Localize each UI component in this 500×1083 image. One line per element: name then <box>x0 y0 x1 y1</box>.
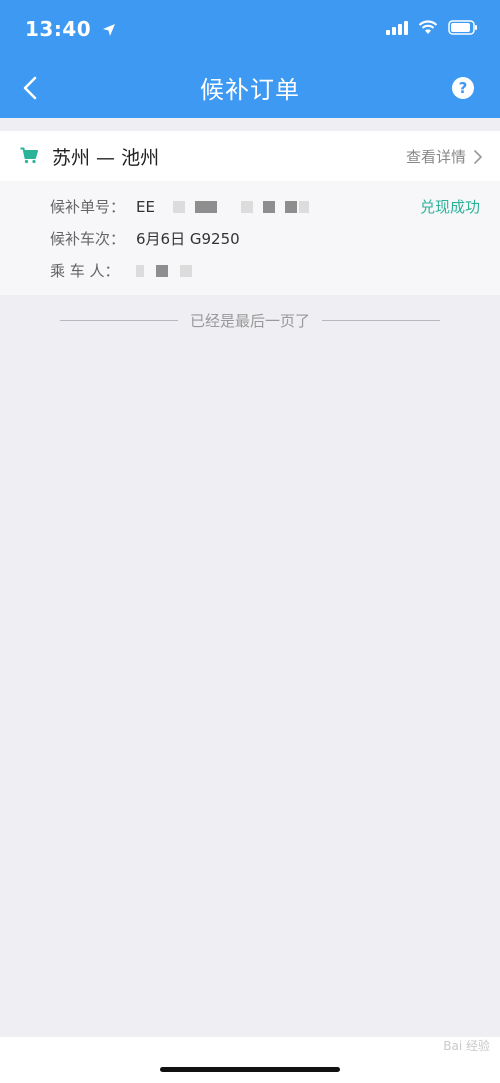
order-card-header[interactable]: 苏州 — 池州 查看详情 <box>0 131 500 181</box>
end-of-list-text: 已经是最后一页了 <box>190 311 311 330</box>
status-time: 13:40 <box>25 17 116 41</box>
nav-bar: 候补订单 ? <box>0 58 500 118</box>
passenger-label: 乘 车 人： <box>50 262 120 280</box>
order-number-label: 候补单号： <box>50 198 126 216</box>
order-status-badge: 兑现成功 <box>419 198 480 216</box>
redacted-block <box>298 200 309 213</box>
divider <box>60 319 178 321</box>
train-label: 候补车次： <box>50 230 126 248</box>
end-of-list: 已经是最后一页了 <box>60 309 441 331</box>
page-title: 候补订单 <box>200 76 300 104</box>
divider <box>322 319 441 321</box>
order-number-row: 候补单号： EE <box>50 196 309 217</box>
redacted-block <box>284 200 297 213</box>
redacted-block <box>156 264 168 277</box>
cart-icon <box>20 147 38 164</box>
status-bar: 13:40 <box>0 0 500 58</box>
help-icon[interactable]: ? <box>452 77 474 99</box>
status-icons <box>386 20 478 35</box>
redacted-block <box>194 200 217 213</box>
location-arrow-icon <box>102 24 115 36</box>
battery-icon <box>448 20 477 35</box>
train-row: 候补车次： 6月6日 G9250 <box>50 228 240 249</box>
home-indicator[interactable] <box>160 1067 340 1072</box>
view-details-link[interactable]: 查看详情 <box>406 146 482 167</box>
redacted-block <box>136 264 144 277</box>
watermark: Bai 经验 <box>443 1039 490 1053</box>
view-details-label: 查看详情 <box>405 148 466 166</box>
order-number-value: EE <box>136 197 155 216</box>
redacted-block <box>180 264 192 277</box>
status-time-text: 13:40 <box>25 17 92 41</box>
order-card[interactable]: 苏州 — 池州 查看详情 候补单号： EE 兑现成功 候补车次： 6月6日 G9… <box>0 131 500 295</box>
redacted-block <box>172 200 185 213</box>
bottom-bar: Bai 经验 <box>0 1037 500 1083</box>
redacted-block <box>262 200 275 213</box>
signal-icon <box>386 20 408 35</box>
order-card-body: 候补单号： EE 兑现成功 候补车次： 6月6日 G9250 乘 车 人： <box>0 181 500 295</box>
wifi-icon <box>418 20 438 34</box>
redacted-block <box>240 200 253 213</box>
chevron-right-icon <box>474 149 482 164</box>
train-value: 6月6日 G9250 <box>136 230 240 248</box>
route-text: 苏州 — 池州 <box>52 147 160 169</box>
passenger-row: 乘 车 人： <box>50 260 192 281</box>
